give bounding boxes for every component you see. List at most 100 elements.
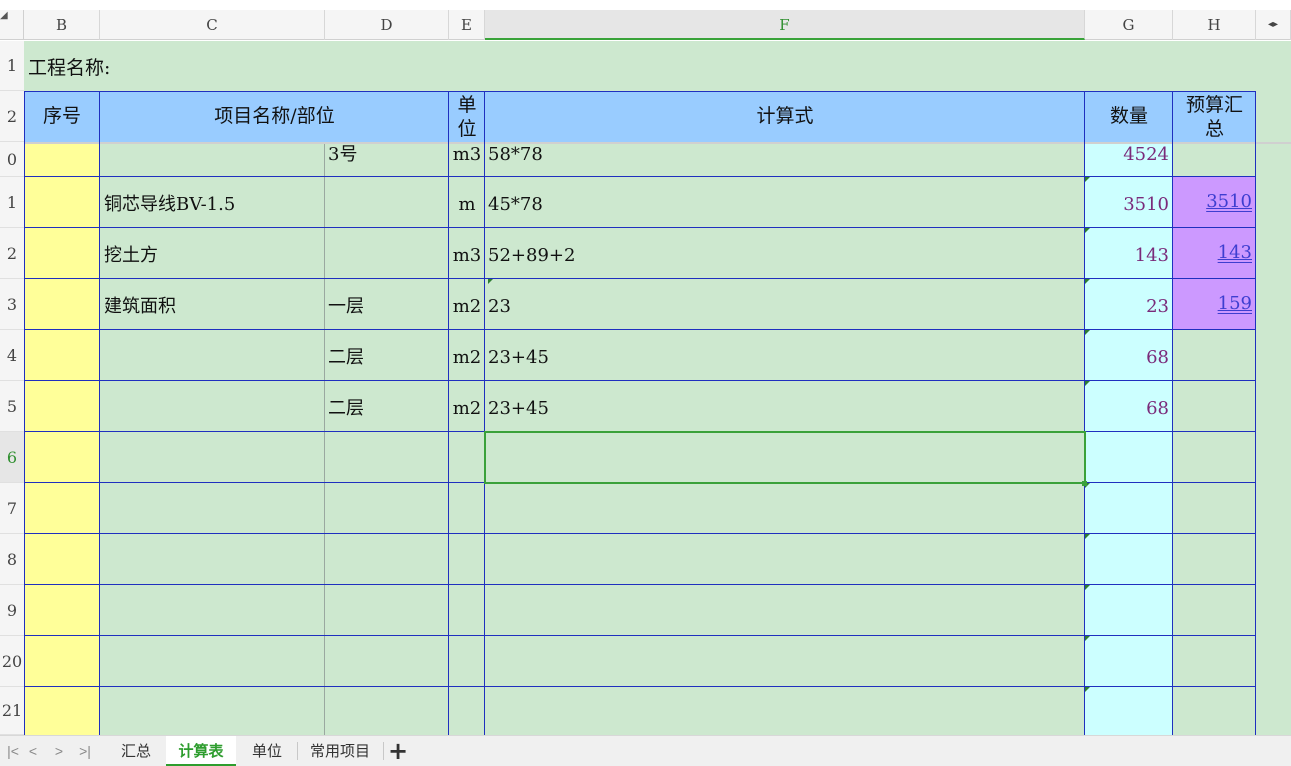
cell-unit[interactable]: m — [450, 177, 484, 228]
spreadsheet-grid[interactable]: 工程名称: 序号 项目名称/部位 单 位 计算式 数量 预算汇 总 3号 m3 … — [24, 41, 1291, 735]
row-number[interactable]: 4 — [0, 330, 24, 381]
cell-part[interactable]: 一层 — [328, 279, 364, 330]
cell-quantity[interactable]: 68 — [1085, 381, 1173, 432]
add-sheet-icon[interactable]: + — [385, 736, 411, 766]
last-sheet-icon[interactable]: >| — [72, 736, 98, 766]
row-number[interactable]: 7 — [0, 483, 24, 534]
row-number[interactable]: 9 — [0, 585, 24, 636]
cell-unit[interactable]: m3 — [450, 228, 484, 279]
column-header-b[interactable]: B — [24, 10, 100, 40]
formula-indicator-icon — [488, 279, 493, 284]
header-formula[interactable]: 计算式 — [485, 91, 1085, 142]
header-budget-line2: 总 — [1204, 118, 1224, 140]
row-number[interactable]: 5 — [0, 381, 24, 432]
tab-summary[interactable]: 汇总 — [108, 736, 164, 766]
column-resize-handle-icon[interactable]: ◂▸ — [1256, 10, 1291, 40]
formula-indicator-icon — [1085, 636, 1090, 641]
grid-line — [24, 686, 1256, 687]
row-number-active[interactable]: 6 — [0, 432, 24, 483]
cell-item-name[interactable]: 建筑面积 — [104, 279, 176, 330]
column-header-c[interactable]: C — [100, 10, 325, 40]
grid-line — [24, 584, 1256, 585]
row-number[interactable]: 8 — [0, 534, 24, 585]
formula-indicator-icon — [1085, 330, 1090, 335]
header-budget-line1: 预算汇 — [1185, 94, 1243, 116]
cell-quantity[interactable]: 4524 — [1085, 144, 1173, 172]
row-number[interactable]: 1 — [0, 41, 24, 91]
cell-unit[interactable]: m3 — [450, 144, 484, 172]
cell-budget-link[interactable]: 3510 — [1173, 177, 1256, 228]
grid-line — [1172, 91, 1173, 735]
cell-quantity[interactable]: 68 — [1085, 330, 1173, 381]
cell-formula[interactable]: 23+45 — [488, 330, 549, 381]
cell-part[interactable]: 二层 — [328, 381, 364, 432]
cell-quantity[interactable]: 143 — [1085, 228, 1173, 279]
column-header-e[interactable]: E — [449, 10, 485, 40]
formula-indicator-icon — [1085, 687, 1090, 692]
header-unit-line2: 位 — [457, 118, 477, 140]
formula-indicator-icon — [1085, 585, 1090, 590]
row-number[interactable]: 2 — [0, 91, 24, 142]
header-quantity[interactable]: 数量 — [1085, 91, 1173, 142]
header-unit[interactable]: 单 位 — [449, 91, 485, 142]
formula-indicator-icon — [1085, 534, 1090, 539]
active-cell-selection[interactable] — [484, 431, 1086, 484]
grid-line — [24, 329, 1256, 330]
cell-formula[interactable]: 58*78 — [488, 144, 543, 172]
fill-handle[interactable] — [1082, 481, 1087, 486]
tab-common-items[interactable]: 常用项目 — [298, 736, 382, 766]
grid-line — [24, 176, 1256, 177]
header-item-name[interactable]: 项目名称/部位 — [100, 91, 449, 142]
cell-part[interactable]: 3号 — [328, 144, 357, 172]
grid-line — [324, 144, 325, 735]
tab-units[interactable]: 单位 — [238, 736, 296, 766]
project-name-label[interactable]: 工程名称: — [28, 41, 110, 91]
prev-sheet-icon[interactable]: < — [20, 736, 46, 766]
formula-indicator-icon — [1085, 228, 1090, 233]
formula-indicator-icon — [1085, 177, 1090, 182]
cell-formula[interactable]: 45*78 — [488, 177, 543, 228]
header-unit-line1: 单 — [457, 94, 477, 116]
grid-line — [448, 91, 449, 735]
next-sheet-icon[interactable]: > — [46, 736, 72, 766]
row-number[interactable]: 21 — [0, 687, 24, 735]
column-header-d[interactable]: D — [325, 10, 449, 40]
cell-item-name[interactable]: 铜芯导线BV-1.5 — [104, 177, 235, 228]
header-seq[interactable]: 序号 — [24, 91, 100, 142]
header-budget-summary[interactable]: 预算汇 总 — [1173, 91, 1256, 142]
cell-formula[interactable]: 23 — [488, 279, 511, 330]
cell-formula[interactable]: 52+89+2 — [488, 228, 575, 279]
cell-part[interactable]: 二层 — [328, 330, 364, 381]
grid-line — [24, 380, 1256, 381]
row-number[interactable]: 1 — [0, 177, 24, 228]
cell-unit[interactable]: m2 — [450, 381, 484, 432]
grid-line — [24, 278, 1256, 279]
grid-line — [24, 91, 1256, 92]
cell-budget-link[interactable]: 159 — [1173, 279, 1256, 330]
row-number[interactable]: 3 — [0, 279, 24, 330]
cell-unit[interactable]: m2 — [450, 330, 484, 381]
select-all-corner[interactable]: ◢ — [0, 10, 24, 40]
sheet-tab-bar: |< < > >| 汇总 计算表 单位 常用项目 + — [0, 735, 1291, 766]
cell-item-name[interactable]: 挖土方 — [104, 228, 158, 279]
cell-unit[interactable]: m2 — [450, 279, 484, 330]
grid-line — [24, 635, 1256, 636]
tab-separator — [383, 742, 384, 760]
grid-line — [1255, 91, 1256, 735]
row-number[interactable]: 0 — [0, 142, 24, 177]
grid-line — [99, 91, 100, 735]
column-header-f[interactable]: F — [485, 10, 1085, 40]
row-number[interactable]: 20 — [0, 636, 24, 687]
column-header-h[interactable]: H — [1173, 10, 1256, 40]
cell-budget-link[interactable]: 143 — [1173, 228, 1256, 279]
column-header-bar: ◢ B C D E F G H ◂▸ — [0, 10, 1291, 40]
row-number[interactable]: 2 — [0, 228, 24, 279]
grid-line — [24, 227, 1256, 228]
cell-formula[interactable]: 23+45 — [488, 381, 549, 432]
cell-quantity[interactable]: 23 — [1085, 279, 1173, 330]
formula-indicator-icon — [1085, 381, 1090, 386]
tab-calculation[interactable]: 计算表 — [166, 736, 236, 766]
column-header-g[interactable]: G — [1085, 10, 1173, 40]
cell-quantity[interactable]: 3510 — [1085, 177, 1173, 228]
formula-indicator-icon — [1085, 279, 1090, 284]
